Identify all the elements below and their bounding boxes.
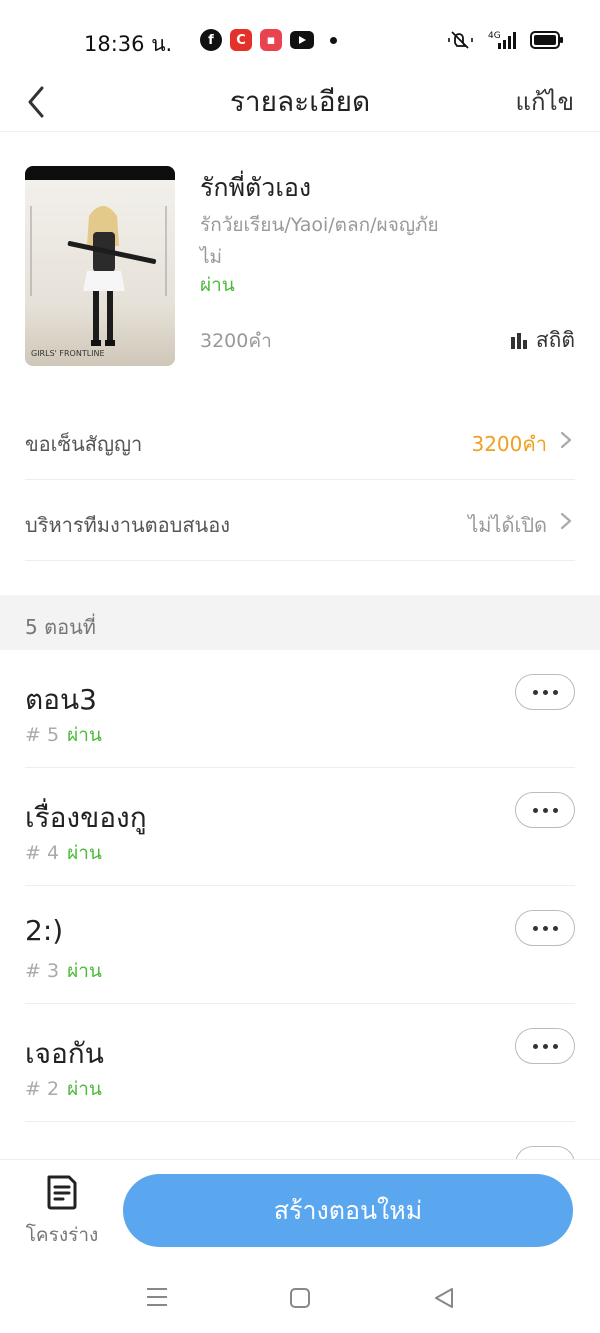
clock: 18:36 น. — [84, 32, 173, 56]
episode-status: ผ่าน — [67, 724, 102, 746]
chevron-right-icon — [560, 512, 572, 530]
book-completion: ไม่ — [200, 246, 223, 268]
bar-chart-icon — [510, 332, 527, 349]
system-indicators: 4G — [448, 29, 564, 51]
svg-text:GIRLS' FRONTLINE: GIRLS' FRONTLINE — [31, 349, 105, 358]
more-notifications-icon — [330, 36, 337, 44]
episode-status: ผ่าน — [67, 842, 102, 864]
battery-icon — [530, 31, 563, 49]
app-header: รายละเอียด แก้ไข — [0, 70, 600, 132]
episode-meta: # 3 ผ่าน — [25, 956, 102, 986]
episode-number: # 4 — [25, 842, 60, 864]
svg-text:4G: 4G — [488, 31, 501, 41]
episode-meta: # 4 ผ่าน — [25, 838, 102, 868]
youtube-icon — [290, 31, 314, 49]
page-title: รายละเอียด — [229, 85, 371, 118]
episode-title: เจอกัน — [25, 1037, 104, 1070]
signal-icon: 4G — [488, 31, 516, 49]
episode-count: 5 ตอนที่ — [25, 615, 96, 639]
row-label: ขอเซ็นสัญญา — [25, 432, 143, 456]
outline-button[interactable]: โครงร่าง — [22, 1174, 102, 1254]
episode-status: ผ่าน — [67, 960, 102, 982]
row-value: 3200คำ — [471, 432, 547, 456]
episodes-section-header: 5 ตอนที่ — [0, 595, 600, 650]
create-new-episode-button[interactable]: สร้างตอนใหม่ — [123, 1174, 573, 1247]
episode-meta: # 2 ผ่าน — [25, 1074, 102, 1104]
book-status: ผ่าน — [200, 274, 235, 296]
book-info-card: GIRLS' FRONTLINE รักพี่ตัวเอง รักวัยเรีย… — [25, 166, 575, 366]
more-options-button[interactable] — [515, 910, 575, 946]
team-response-row[interactable]: บริหารทีมงานตอบสนอง ไม่ได้เปิด — [25, 481, 575, 561]
episode-status: ผ่าน — [67, 1078, 102, 1100]
menu-nav-icon[interactable] — [145, 1286, 169, 1308]
more-options-button[interactable] — [515, 674, 575, 710]
stats-label: สถิติ — [535, 328, 575, 352]
c-app-icon: C — [230, 29, 252, 51]
list-item[interactable]: ตอน3 # 5 ผ่าน — [25, 650, 575, 768]
book-tags: รักวัยเรียน/Yaoi/ตลก/ผจญภัย — [200, 214, 439, 236]
system-navigation-bar — [0, 1278, 600, 1318]
more-options-button[interactable] — [515, 792, 575, 828]
episode-number: # 5 — [25, 724, 60, 746]
notification-icons: f C ▪ — [200, 29, 337, 51]
row-label: บริหารทีมงานตอบสนอง — [25, 513, 230, 537]
facebook-icon: f — [200, 29, 222, 51]
outline-label: โครงร่าง — [25, 1224, 99, 1246]
row-value: ไม่ได้เปิด — [468, 513, 547, 537]
episode-number: # 2 — [25, 1078, 60, 1100]
vibrate-mute-icon — [448, 31, 473, 49]
book-title: รักพี่ตัวเอง — [200, 173, 312, 202]
episode-title: 2:) — [25, 914, 64, 947]
list-item[interactable]: เจอกัน # 2 ผ่าน — [25, 1004, 575, 1122]
screen-record-icon: ▪ — [260, 29, 282, 51]
home-nav-icon[interactable] — [288, 1286, 312, 1310]
bottom-action-bar: โครงร่าง สร้างตอนใหม่ — [0, 1159, 600, 1333]
episode-meta: # 5 ผ่าน — [25, 720, 102, 750]
episode-title: เรื่องของกู — [25, 801, 147, 834]
back-nav-icon[interactable] — [432, 1286, 456, 1310]
document-icon — [47, 1175, 77, 1210]
list-item[interactable]: เรื่องของกู # 4 ผ่าน — [25, 768, 575, 886]
edit-button[interactable]: แก้ไข — [516, 82, 574, 121]
episode-number: # 3 — [25, 960, 60, 982]
status-bar: 18:36 น. f C ▪ 4G — [0, 0, 600, 80]
book-word-count: 3200คำ — [200, 330, 272, 352]
list-item[interactable]: 2:) # 3 ผ่าน — [25, 886, 575, 1004]
chevron-right-icon — [560, 431, 572, 449]
book-cover-image[interactable]: GIRLS' FRONTLINE — [25, 166, 175, 366]
episode-title: ตอน3 — [25, 683, 97, 716]
stats-button[interactable]: สถิติ — [510, 324, 575, 357]
more-options-button[interactable] — [515, 1028, 575, 1064]
contract-row[interactable]: ขอเซ็นสัญญา 3200คำ — [25, 400, 575, 480]
